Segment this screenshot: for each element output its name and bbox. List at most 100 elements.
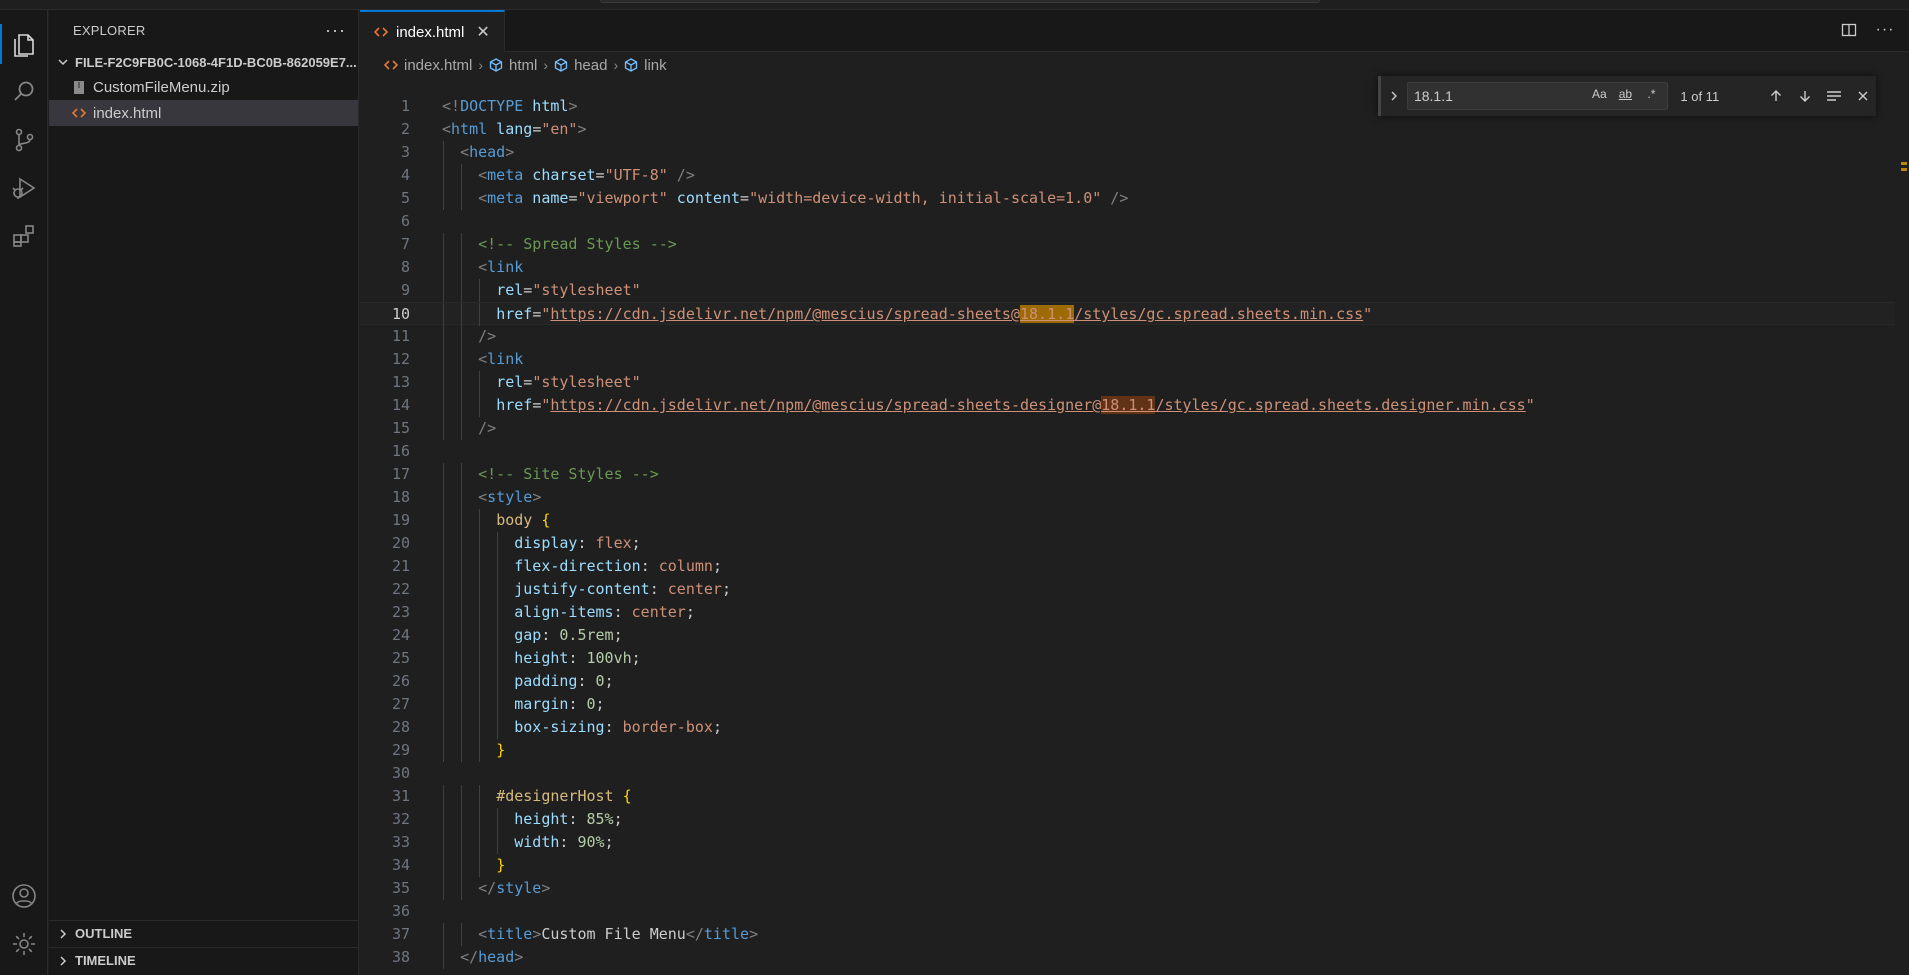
- search-icon[interactable]: [0, 68, 48, 116]
- source-control-icon[interactable]: [0, 116, 48, 164]
- code-token: "width=device-width, initial-scale=1.0": [749, 189, 1102, 207]
- code-line[interactable]: 32 height: 85%;: [360, 808, 1909, 831]
- outline-label: OUTLINE: [75, 926, 133, 941]
- regex-toggle[interactable]: .*: [1641, 87, 1661, 101]
- file-item-customfilemenu-zip[interactable]: CustomFileMenu.zip: [49, 74, 358, 100]
- code-line[interactable]: 26 padding: 0;: [360, 670, 1909, 693]
- code-line[interactable]: 11 />: [360, 325, 1909, 348]
- file-item-index-html[interactable]: index.html: [49, 100, 358, 126]
- code-line[interactable]: 22 justify-content: center;: [360, 578, 1909, 601]
- breadcrumb-link[interactable]: link: [624, 57, 667, 74]
- code-line[interactable]: 17 <!-- Site Styles -->: [360, 463, 1909, 486]
- code-line[interactable]: 20 display: flex;: [360, 532, 1909, 555]
- code-token: title: [703, 925, 750, 943]
- settings-gear-icon[interactable]: [0, 920, 48, 968]
- code-token: ;: [613, 810, 623, 828]
- ellipsis-icon[interactable]: ···: [325, 20, 346, 41]
- code-line[interactable]: 23 align-items: center;: [360, 601, 1909, 624]
- code-line[interactable]: 36: [360, 900, 1909, 923]
- whole-word-toggle[interactable]: ab: [1615, 87, 1635, 101]
- line-number: 27: [391, 695, 410, 713]
- line-number: 33: [391, 833, 410, 851]
- code-token: :: [577, 672, 596, 690]
- code-editor[interactable]: 1 <!DOCTYPE html> 2 <html lang="en"> 3 <head…: [360, 78, 1909, 975]
- code-token: width: [514, 833, 560, 851]
- code-line[interactable]: 4 <meta charset="UTF-8" />: [360, 164, 1909, 187]
- code-line[interactable]: 33 width: 90%;: [360, 831, 1909, 854]
- code-line[interactable]: 8 <link: [360, 256, 1909, 279]
- code-line[interactable]: 35 </style>: [360, 877, 1909, 900]
- code-text: <meta name="viewport" content="width=dev…: [442, 187, 1128, 210]
- code-line[interactable]: 7 <!-- Spread Styles -->: [360, 233, 1909, 256]
- code-line[interactable]: 38 </head>: [360, 946, 1909, 969]
- code-token: head: [469, 143, 506, 161]
- breadcrumb-file[interactable]: index.html: [384, 57, 472, 74]
- code-line[interactable]: 18 <style>: [360, 486, 1909, 509]
- arrow-up-icon[interactable]: [1763, 84, 1789, 108]
- split-editor-icon[interactable]: [1839, 20, 1859, 40]
- code-line[interactable]: 24 gap: 0.5rem;: [360, 624, 1909, 647]
- code-line[interactable]: 12 <link: [360, 348, 1909, 371]
- account-icon[interactable]: [0, 872, 48, 920]
- code-line[interactable]: 21 flex-direction: column;: [360, 555, 1909, 578]
- run-debug-icon[interactable]: [0, 164, 48, 212]
- code-line[interactable]: 30: [360, 762, 1909, 785]
- code-line[interactable]: 9 rel="stylesheet": [360, 279, 1909, 302]
- code-line[interactable]: 28 box-sizing: border-box;: [360, 716, 1909, 739]
- code-line[interactable]: 31 #designerHost {: [360, 785, 1909, 808]
- code-token: >: [541, 879, 551, 897]
- code-token: :: [568, 649, 587, 667]
- html-file-icon: [384, 59, 398, 71]
- extensions-icon[interactable]: [0, 212, 48, 260]
- command-center[interactable]: [600, 0, 1320, 3]
- find-input[interactable]: 18.1.1 Aa ab .*: [1406, 82, 1669, 110]
- toggle-replace-icon[interactable]: [1385, 90, 1403, 102]
- close-icon[interactable]: ✕: [476, 22, 489, 42]
- arrow-down-icon[interactable]: [1792, 84, 1818, 108]
- code-line[interactable]: 6: [360, 210, 1909, 233]
- timeline-section[interactable]: TIMELINE: [49, 947, 359, 973]
- code-line[interactable]: 16: [360, 440, 1909, 463]
- minimap[interactable]: [1895, 78, 1909, 975]
- code-line[interactable]: 19 body {: [360, 509, 1909, 532]
- code-line[interactable]: 34 }: [360, 854, 1909, 877]
- code-line[interactable]: 3 <head>: [360, 141, 1909, 164]
- workspace-folder[interactable]: FILE-F2C9FB0C-1068-4F1D-BC0B-862059E7...: [49, 50, 358, 74]
- explorer-icon[interactable]: [0, 20, 48, 68]
- find-in-selection-icon[interactable]: [1821, 84, 1847, 108]
- code-line[interactable]: 5 <meta name="viewport" content="width=d…: [360, 187, 1909, 210]
- tab-index-html[interactable]: index.html ✕: [360, 10, 505, 52]
- code-line[interactable]: 15 />: [360, 417, 1909, 440]
- code-line[interactable]: 29 }: [360, 739, 1909, 762]
- code-token: </: [478, 879, 497, 897]
- code-line[interactable]: 10 href= " https://cdn.jsdelivr.net/npm/@m…: [360, 302, 1909, 326]
- code-line[interactable]: 14 href= " https://cdn.jsdelivr.net/npm/@m…: [360, 394, 1909, 417]
- code-token: 0.5rem: [559, 626, 614, 644]
- match-case-toggle[interactable]: Aa: [1589, 87, 1609, 101]
- code-line[interactable]: 2 <html lang="en">: [360, 118, 1909, 141]
- line-number: 20: [391, 534, 410, 552]
- code-line[interactable]: 13 rel="stylesheet": [360, 371, 1909, 394]
- code-line[interactable]: 25 height: 100vh;: [360, 647, 1909, 670]
- breadcrumb-label: head: [574, 56, 608, 74]
- code-text: </head>: [442, 946, 523, 969]
- breadcrumb-head[interactable]: head: [554, 57, 607, 74]
- code-token: >: [577, 120, 587, 138]
- more-actions-icon[interactable]: ···: [1875, 20, 1895, 40]
- close-icon[interactable]: [1850, 84, 1876, 108]
- chevron-right-icon: ›: [543, 57, 549, 73]
- code-line[interactable]: 27 margin: 0;: [360, 693, 1909, 716]
- code-line[interactable]: 37 <title>Custom File Menu</title>: [360, 923, 1909, 946]
- breadcrumb: index.html › html › head › link: [360, 52, 1909, 78]
- line-number: 32: [391, 810, 410, 828]
- outline-section[interactable]: OUTLINE: [49, 920, 359, 946]
- code-text: <!DOCTYPE html>: [442, 95, 577, 118]
- line-number: 11: [391, 327, 410, 345]
- code-text: href= " https://cdn.jsdelivr.net/npm/@mesc…: [442, 394, 1535, 417]
- breadcrumb-html[interactable]: html: [489, 57, 537, 74]
- code-token: <: [478, 189, 488, 207]
